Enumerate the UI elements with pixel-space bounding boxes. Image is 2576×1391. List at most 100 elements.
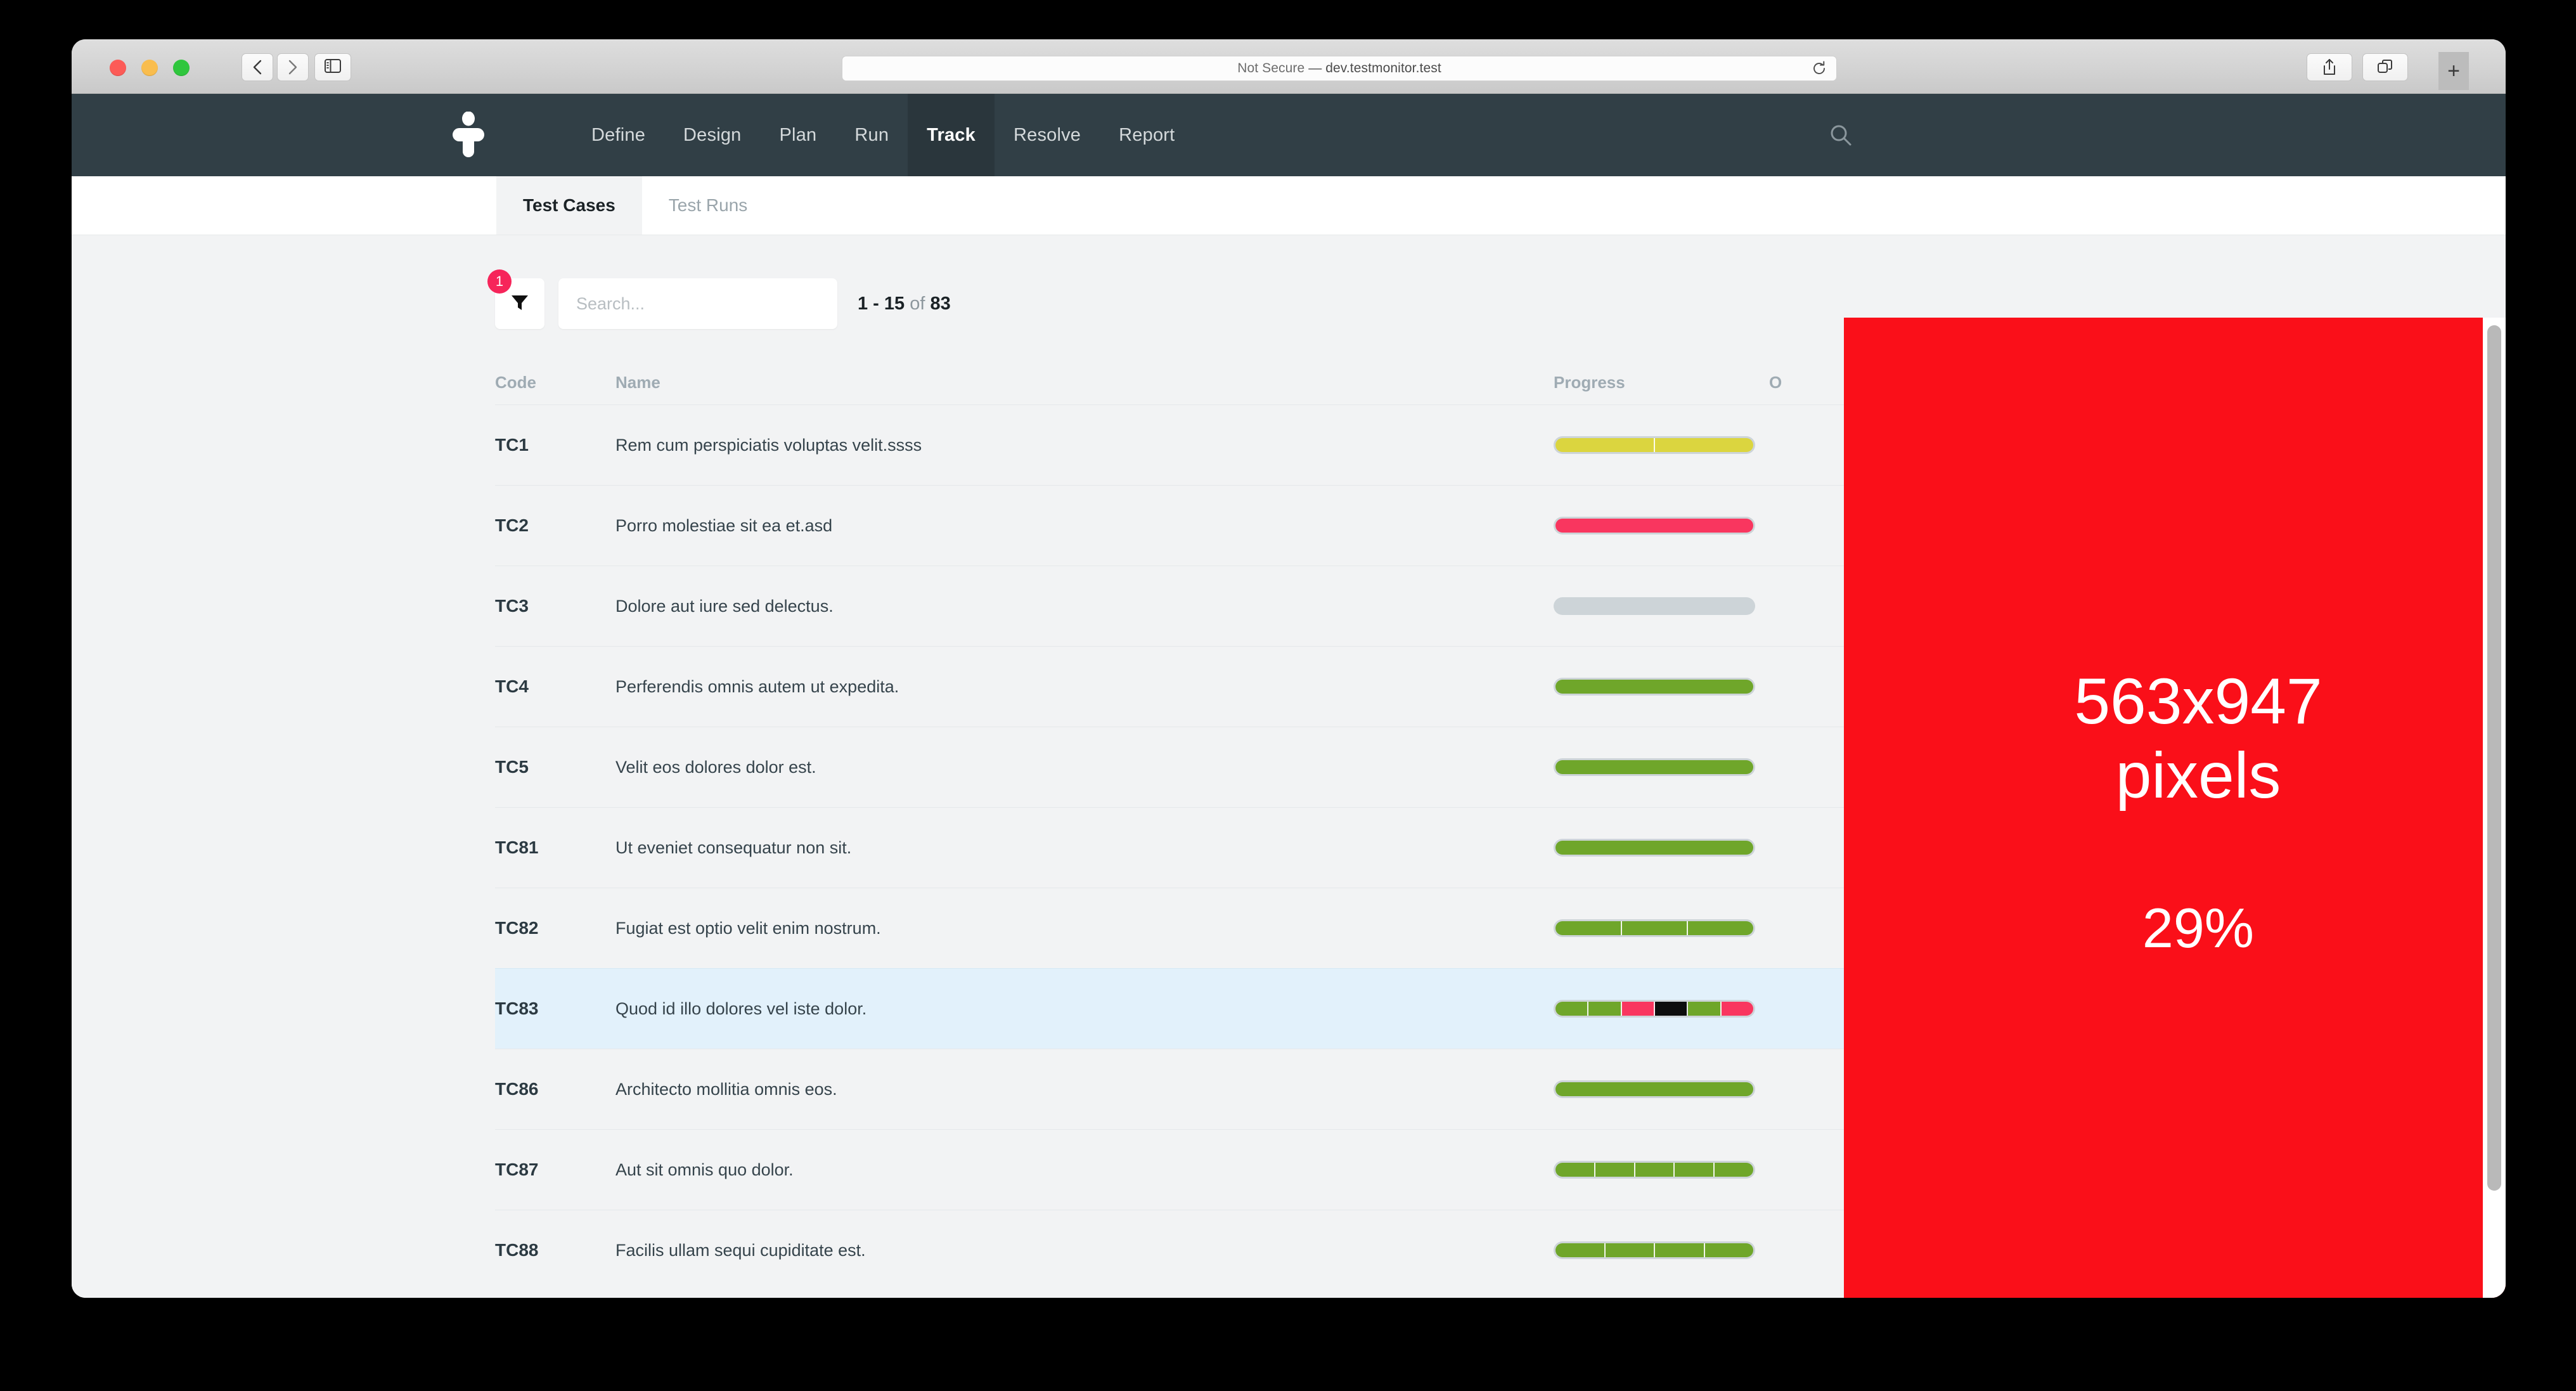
overlay-percent: 29% [2142, 896, 2255, 959]
cell-code: TC2 [495, 515, 529, 535]
cell-progress [1554, 436, 1769, 454]
cell-progress [1554, 758, 1769, 776]
overlay-dimensions-value: 563x947 [2074, 665, 2322, 737]
tab-test-runs[interactable]: Test Runs [642, 176, 775, 235]
progress-segment [1688, 921, 1754, 935]
tab-strip: Test Cases Test Runs [72, 176, 2506, 235]
progress-segment [1555, 841, 1753, 855]
pagination-total: 83 [930, 293, 951, 314]
progress-segment [1688, 1002, 1722, 1016]
minimize-window-button[interactable] [141, 60, 158, 76]
progress-segment [1721, 1002, 1753, 1016]
close-window-button[interactable] [110, 60, 126, 76]
pagination-summary: 1 - 15 of 83 [858, 294, 951, 314]
list-toolbar: 1 1 - 15 of 83 [72, 269, 951, 329]
page-scrollbar-thumb[interactable] [2487, 325, 2501, 1191]
progress-bar [1554, 1161, 1755, 1179]
progress-bar [1554, 597, 1755, 615]
testmonitor-logo[interactable] [450, 111, 487, 159]
address-bar-text: Not Secure — dev.testmonitor.test [1237, 61, 1441, 76]
cell-progress [1554, 597, 1769, 615]
cell-name: Aut sit omnis quo dolor. [615, 1160, 794, 1179]
cell-progress [1554, 678, 1769, 696]
tab-test-cases[interactable]: Test Cases [496, 176, 642, 235]
cell-code: TC5 [495, 757, 529, 777]
forward-button[interactable] [277, 53, 309, 81]
browser-right-buttons [2307, 53, 2408, 81]
progress-segment [1621, 1002, 1655, 1016]
progress-segment [1675, 1163, 1715, 1177]
progress-bar [1554, 839, 1755, 857]
cell-name: Porro molestiae sit ea et.asd [615, 515, 833, 535]
nav-item-define[interactable]: Define [572, 94, 664, 176]
column-header-progress[interactable]: Progress [1554, 373, 1769, 392]
progress-segment [1555, 438, 1655, 452]
progress-bar [1554, 678, 1755, 696]
new-tab-button[interactable]: + [2438, 52, 2469, 90]
cell-name: Perferendis omnis autem ut expedita. [615, 676, 899, 696]
progress-segment [1555, 921, 1622, 935]
page-scrollbar-track[interactable] [2483, 318, 2506, 1298]
window-traffic-lights [110, 60, 190, 76]
cell-code: TC87 [495, 1160, 539, 1179]
cell-code: TC81 [495, 838, 539, 857]
progress-segment [1555, 1243, 1606, 1257]
reload-icon[interactable] [1811, 60, 1827, 77]
browser-nav-buttons [242, 53, 309, 81]
progress-bar [1554, 1000, 1755, 1018]
progress-segment [1605, 1243, 1655, 1257]
progress-bar [1554, 758, 1755, 776]
filter-count-badge: 1 [487, 269, 512, 294]
progress-segment [1655, 438, 1753, 452]
overlay-dimensions-unit: pixels [2115, 739, 2281, 812]
progress-segment [1595, 1163, 1635, 1177]
cell-progress [1554, 1161, 1769, 1179]
cell-name: Rem cum perspiciatis voluptas velit.ssss [615, 435, 922, 455]
share-button[interactable] [2307, 53, 2352, 81]
column-header-name[interactable]: Name [615, 373, 1554, 392]
progress-bar [1554, 1080, 1755, 1098]
sidebar-toggle-button[interactable] [314, 53, 351, 81]
content-area: 1 1 - 15 of 83 Code Name Progress O [72, 235, 2506, 1298]
cell-code: TC4 [495, 676, 529, 696]
cell-progress [1554, 1241, 1769, 1259]
nav-item-track[interactable]: Track [908, 94, 995, 176]
browser-titlebar: Not Secure — dev.testmonitor.test + [72, 39, 2506, 94]
column-header-code[interactable]: Code [495, 373, 615, 392]
app-top-nav: Define Design Plan Run Track Resolve Rep… [72, 94, 2506, 176]
progress-segment [1621, 921, 1689, 935]
cell-name: Architecto mollitia omnis eos. [615, 1079, 837, 1099]
url-host: dev.testmonitor.test [1325, 61, 1441, 75]
cell-code: TC88 [495, 1240, 539, 1260]
cell-name: Ut eveniet consequatur non sit. [615, 838, 852, 857]
nav-item-run[interactable]: Run [835, 94, 908, 176]
maximize-window-button[interactable] [173, 60, 190, 76]
nav-item-resolve[interactable]: Resolve [995, 94, 1100, 176]
chevron-left-icon [250, 59, 264, 75]
address-bar[interactable]: Not Secure — dev.testmonitor.test [842, 56, 1837, 81]
cell-progress [1554, 1000, 1769, 1018]
progress-segment [1555, 760, 1753, 774]
progress-segment [1654, 1002, 1689, 1016]
progress-segment [1555, 1082, 1753, 1096]
nav-item-report[interactable]: Report [1100, 94, 1194, 176]
search-icon[interactable] [1829, 123, 1853, 147]
cell-code: TC82 [495, 918, 539, 938]
search-input[interactable] [558, 278, 837, 329]
chevron-right-icon [286, 59, 300, 75]
cell-name: Facilis ullam sequi cupiditate est. [615, 1240, 866, 1260]
progress-bar [1554, 1241, 1755, 1259]
cell-name: Quod id illo dolores vel iste dolor. [615, 999, 867, 1018]
cell-progress [1554, 839, 1769, 857]
show-tabs-button[interactable] [2362, 53, 2408, 81]
cell-code: TC3 [495, 596, 529, 616]
cell-code: TC86 [495, 1079, 539, 1099]
url-separator: — [1304, 61, 1326, 75]
progress-bar [1554, 517, 1755, 534]
back-button[interactable] [242, 53, 273, 81]
filter-icon [509, 292, 531, 316]
cell-progress [1554, 1080, 1769, 1098]
filter-button[interactable]: 1 [487, 269, 544, 329]
nav-item-plan[interactable]: Plan [761, 94, 836, 176]
nav-item-design[interactable]: Design [664, 94, 760, 176]
